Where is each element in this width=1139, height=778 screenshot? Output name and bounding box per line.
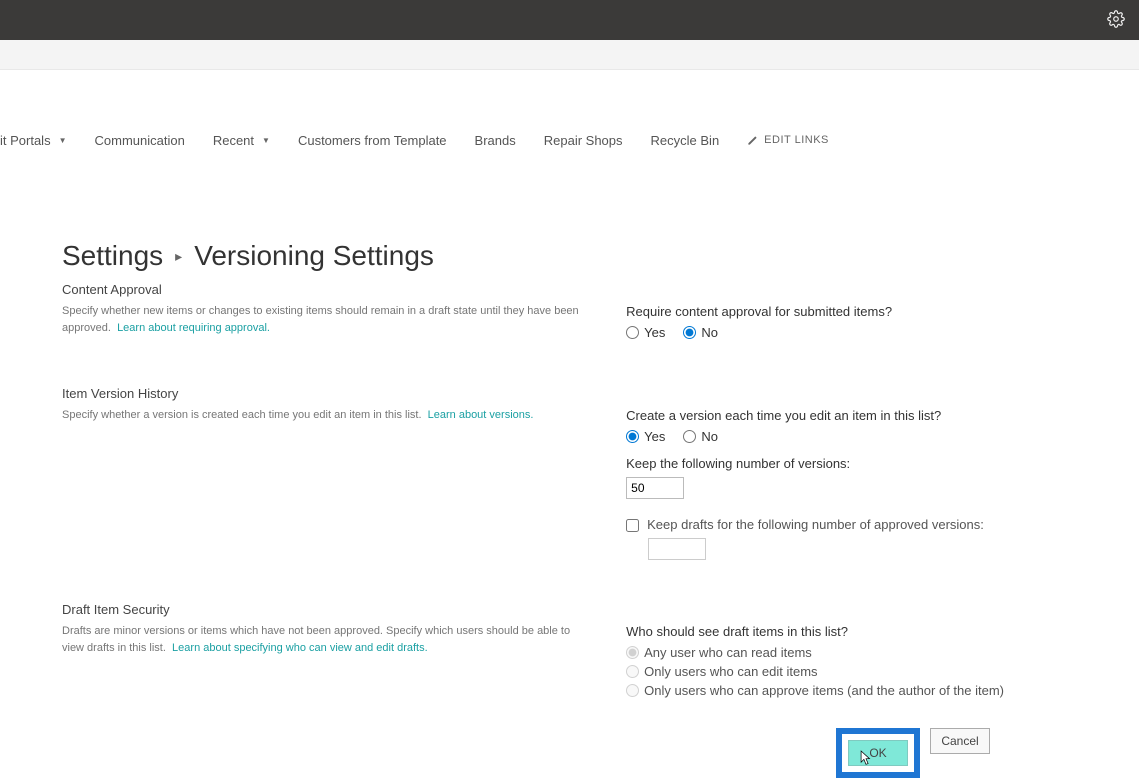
draft-opt-approve-users: Only users who can approve items (and th… [626,683,1070,698]
top-bar [0,0,1139,40]
ok-highlight-box: OK [836,728,920,778]
chevron-right-icon: ▸ [175,248,182,265]
pencil-icon [747,135,758,146]
breadcrumb-current: Versioning Settings [194,240,434,272]
learn-approval-link[interactable]: Learn about requiring approval. [117,322,270,334]
learn-versions-link[interactable]: Learn about versions. [428,409,534,421]
draft-security-question: Who should see draft items in this list? [626,624,1070,639]
breadcrumb-root[interactable]: Settings [62,240,163,272]
nav-item-2[interactable]: Recent ▼ [213,133,270,148]
section-title-content-approval: Content Approval [62,282,586,297]
nav-item-label: Repair Shops [544,133,623,148]
radio-version-yes[interactable] [626,430,639,443]
suite-bar [0,40,1139,70]
keep-drafts-input [648,538,706,560]
draft-opt-any-user: Any user who can read items [626,645,1070,660]
section-desc: Drafts are minor versions or items which… [62,623,586,656]
ok-button[interactable]: OK [848,740,908,766]
top-nav: it Portals ▼ Communication Recent ▼ Customers… [0,122,1139,158]
nav-item-label: Recent [213,133,254,148]
chevron-down-icon: ▼ [59,136,67,145]
content-approval-yes[interactable]: Yes [626,325,665,340]
nav-item-0[interactable]: it Portals ▼ [0,133,67,148]
cancel-button[interactable]: Cancel [930,728,990,754]
breadcrumb: Settings ▸ Versioning Settings [62,240,1070,272]
radio-content-approval-yes[interactable] [626,326,639,339]
edit-links[interactable]: EDIT LINKS [747,134,829,146]
nav-item-label: Recycle Bin [651,133,720,148]
version-history-radios: Yes No [626,429,1070,444]
version-history-no[interactable]: No [683,429,718,444]
nav-item-label: it Portals [0,133,51,148]
section-title-version-history: Item Version History [62,386,586,401]
keep-versions-label: Keep the following number of versions: [626,456,1070,471]
section-title-draft-security: Draft Item Security [62,602,586,617]
nav-item-label: Customers from Template [298,133,447,148]
keep-drafts-label: Keep drafts for the following number of … [647,517,984,532]
nav-item-3[interactable]: Customers from Template [298,133,447,148]
radio-content-approval-no[interactable] [683,326,696,339]
radio-draft-any-user [626,646,639,659]
content-approval-radios: Yes No [626,325,1070,340]
version-history-yes[interactable]: Yes [626,429,665,444]
nav-item-1[interactable]: Communication [95,133,185,148]
content-approval-question: Require content approval for submitted i… [626,304,1070,319]
chevron-down-icon: ▼ [262,136,270,145]
version-history-question: Create a version each time you edit an i… [626,408,1070,423]
section-desc: Specify whether a version is created eac… [62,407,586,424]
radio-version-no[interactable] [683,430,696,443]
keep-versions-input[interactable] [626,477,684,499]
draft-opt-edit-users: Only users who can edit items [626,664,1070,679]
content-approval-no[interactable]: No [683,325,718,340]
keep-drafts-checkbox[interactable] [626,519,639,532]
nav-item-5[interactable]: Repair Shops [544,133,623,148]
nav-item-label: Communication [95,133,185,148]
nav-item-4[interactable]: Brands [475,133,516,148]
nav-item-6[interactable]: Recycle Bin [651,133,720,148]
learn-drafts-link[interactable]: Learn about specifying who can view and … [172,642,428,654]
gear-icon[interactable] [1107,10,1125,31]
nav-item-label: Brands [475,133,516,148]
radio-draft-edit-users [626,665,639,678]
radio-draft-approve-users [626,684,639,697]
section-desc: Specify whether new items or changes to … [62,303,586,336]
